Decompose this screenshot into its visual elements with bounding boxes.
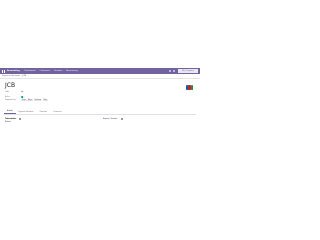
breadcrumb-separator: /	[20, 75, 22, 77]
tokenization-label: Tokenization	[5, 118, 17, 120]
field-code: Code jcb	[5, 92, 23, 93]
tab-currencies[interactable]: Currencies	[50, 112, 65, 114]
record-title[interactable]: JCB	[5, 83, 15, 89]
field-refund: Refund	[5, 122, 11, 123]
nav-menu-customers[interactable]: Customers	[40, 70, 51, 72]
tokenization-checkbox[interactable]	[19, 118, 21, 120]
field-tokenization: Tokenization	[5, 118, 21, 120]
breadcrumb-current: JCB	[22, 75, 26, 77]
apps-menu-icon[interactable]	[2, 69, 5, 73]
control-panel: Payment Methods / JCB	[0, 74, 200, 79]
breadcrumb-parent[interactable]: Payment Methods	[2, 75, 20, 77]
navbar-right: My Company	[167, 69, 198, 73]
provider-tag[interactable]: Stripe	[21, 100, 27, 102]
app-brand[interactable]: Accounting	[7, 70, 20, 72]
field-supported: Supported by Stripe Adyen Buckaroo Molli…	[5, 100, 49, 102]
active-toggle[interactable]	[21, 96, 25, 98]
provider-tag[interactable]: Buckaroo	[33, 100, 42, 102]
field-code-label: Code	[5, 92, 10, 93]
nav-menu-accounting[interactable]: Accounting	[66, 70, 77, 72]
field-active: Active	[5, 96, 25, 98]
form-tabs: Brands Payment Providers Countries Curre…	[4, 111, 196, 115]
nav-menu-dashboard[interactable]: Dashboard	[25, 70, 36, 72]
company-switcher[interactable]: My Company	[178, 69, 198, 73]
field-supported-label: Supported by	[5, 100, 16, 102]
activity-icon[interactable]	[173, 70, 175, 72]
jcb-logo-icon[interactable]	[186, 85, 194, 90]
field-code-value[interactable]: jcb	[21, 92, 23, 93]
field-active-label: Active	[5, 96, 10, 98]
provider-tag[interactable]: Adyen	[27, 100, 34, 102]
nav-menu-vendors[interactable]: Vendors	[54, 70, 62, 72]
express-checkout-checkbox[interactable]	[121, 118, 123, 120]
express-checkout-label: Express Checkout	[103, 118, 118, 120]
tab-countries[interactable]: Countries	[36, 112, 50, 114]
tab-payment-providers[interactable]: Payment Providers	[16, 112, 37, 114]
tab-brands[interactable]: Brands	[4, 111, 16, 114]
field-express-checkout: Express Checkout	[103, 118, 123, 120]
chat-icon[interactable]	[169, 70, 171, 72]
refund-label: Refund	[5, 122, 11, 123]
provider-tag[interactable]: Mollie	[42, 100, 49, 102]
